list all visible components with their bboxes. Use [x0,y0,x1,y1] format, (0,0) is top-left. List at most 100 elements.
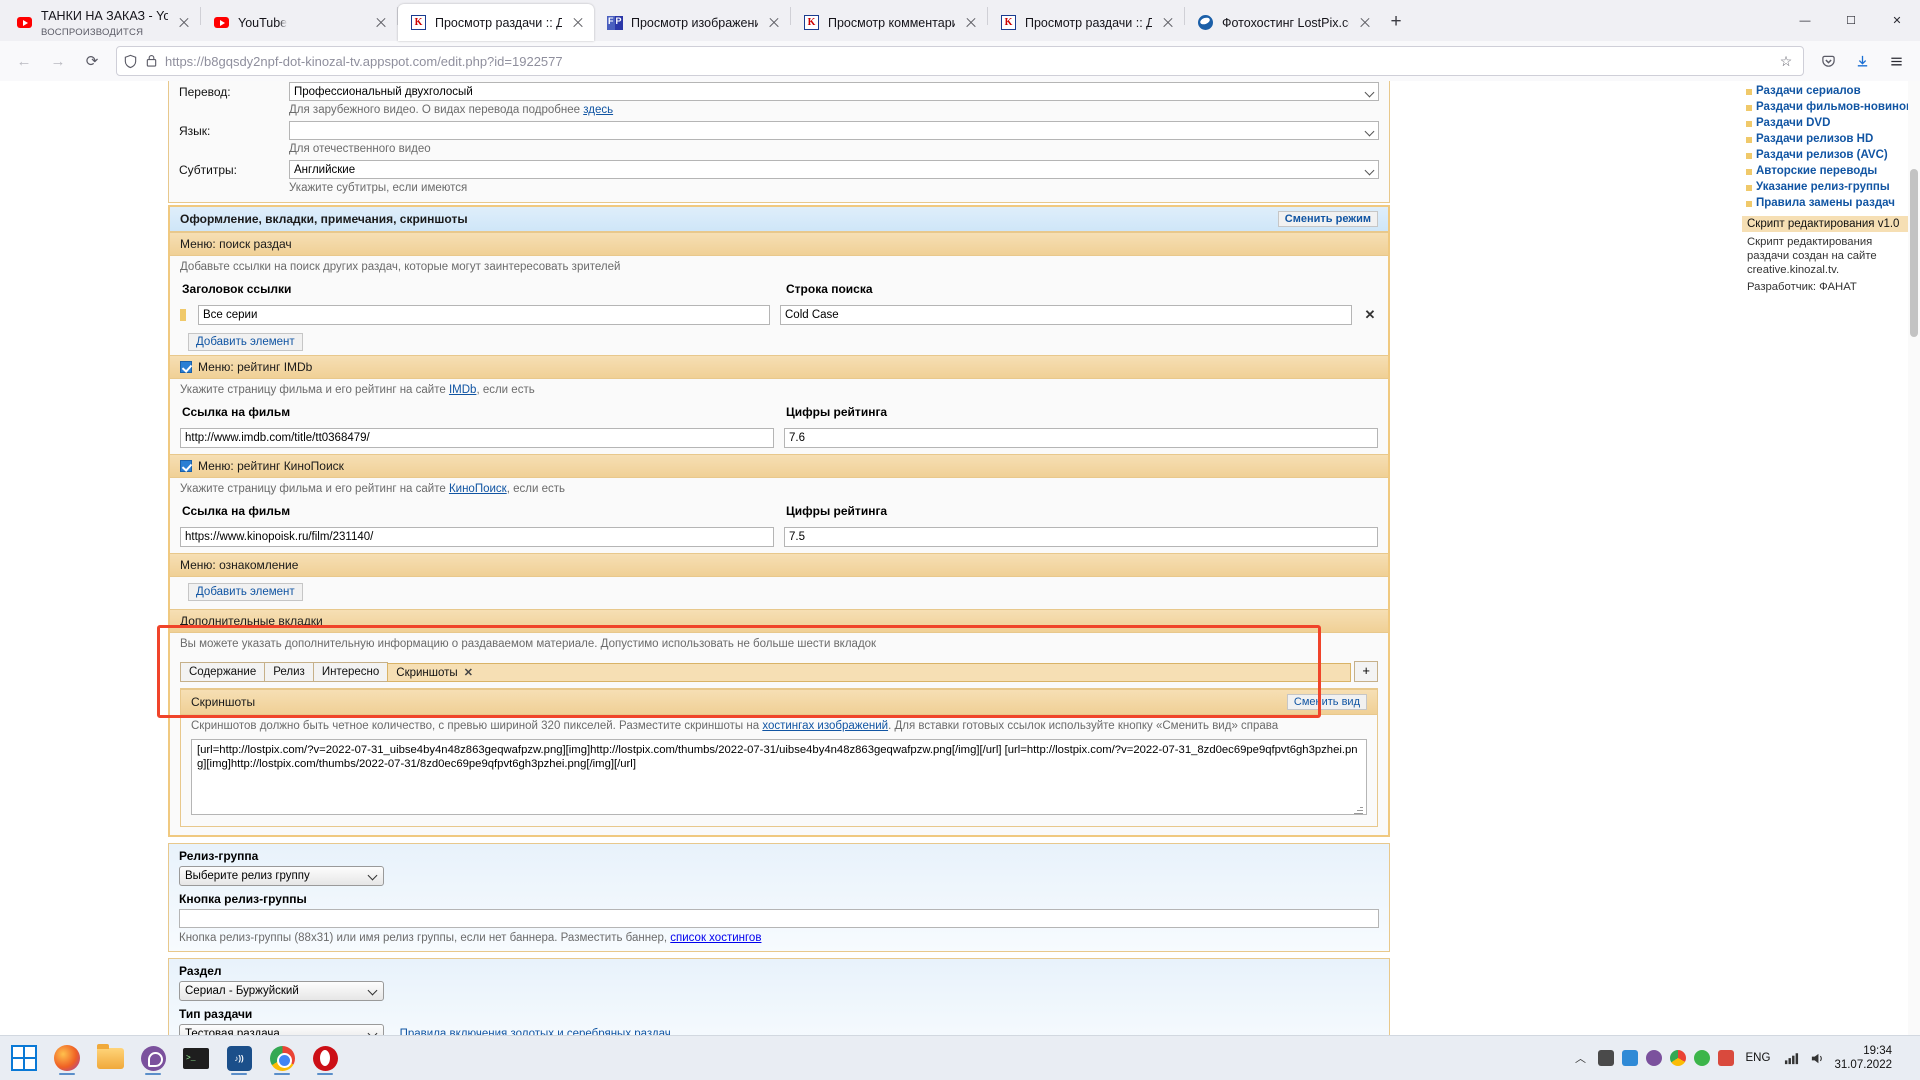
release-group-select[interactable] [179,866,384,886]
remove-row-icon[interactable]: ✕ [1362,307,1378,323]
maximize-button[interactable]: ☐ [1828,0,1874,41]
subtitles-select[interactable] [289,160,1379,179]
add-acquaint-item-button[interactable]: Добавить элемент [188,583,303,601]
tray-chrome-icon[interactable] [1669,1050,1686,1066]
close-icon[interactable] [373,15,389,31]
shield-icon[interactable] [123,54,138,69]
release-group-button-input[interactable] [179,909,1379,928]
tray-app-icon-1[interactable] [1597,1050,1614,1066]
download-icon[interactable] [1846,45,1878,77]
close-icon[interactable] [766,15,782,31]
pocket-icon[interactable] [1812,45,1844,77]
kinopoisk-link[interactable]: КиноПоиск [449,483,507,495]
search-query-input[interactable] [780,305,1352,325]
language-select[interactable] [289,121,1379,140]
language-indicator[interactable]: ENG [1742,1052,1775,1064]
tab-soderzhanie[interactable]: Содержание [180,662,266,682]
chevron-up-icon[interactable]: ︿ [1572,1049,1590,1067]
hosting-list-link[interactable]: список хостингов [670,932,761,944]
switch-view-button[interactable]: Сменить вид [1286,694,1367,710]
taskbar-chrome[interactable] [262,1038,302,1078]
url-text[interactable]: https://b8gqsdy2npf-dot-kinozal-tv.appsp… [165,54,1768,69]
sidebar-item-serials[interactable]: Раздачи сериалов [1742,83,1920,99]
close-window-button[interactable]: ✕ [1874,0,1920,41]
tab-skrinshoty[interactable]: Скриншоты ✕ [387,663,1352,682]
page-scrollbar[interactable] [1908,81,1920,1035]
sidebar-item-hd[interactable]: Раздачи релизов HD [1742,131,1920,147]
screenshots-bbcode-textarea[interactable]: [url=http://lostpix.com/?v=2022-07-31_ui… [191,739,1367,815]
menu-icon[interactable] [1880,45,1912,77]
tab-interesno[interactable]: Интересно [312,662,389,682]
new-tab-button[interactable]: + [1381,7,1411,37]
taskbar-opera[interactable] [305,1038,345,1078]
bookmark-star-icon[interactable]: ☆ [1775,50,1797,72]
back-icon[interactable]: ← [8,45,40,77]
show-desktop-button[interactable] [1900,1043,1908,1073]
url-bar[interactable]: https://b8gqsdy2npf-dot-kinozal-tv.appsp… [116,46,1804,76]
tray-app-icon-2[interactable] [1621,1050,1638,1066]
translation-select[interactable] [289,82,1379,101]
taskbar-viber[interactable] [133,1038,173,1078]
browser-tab-0[interactable]: ТАНКИ НА ЗАКАЗ - YouTube ВОСПРОИЗВОДИТСЯ [4,4,200,41]
start-button[interactable] [4,1038,44,1078]
close-icon[interactable] [176,15,192,31]
drag-handle[interactable] [180,309,186,321]
forward-icon[interactable]: → [42,45,74,77]
kinopoisk-rating-input[interactable] [784,527,1378,547]
image-hosting-link[interactable]: хостингах изображений [762,720,888,732]
close-icon[interactable]: ✕ [464,666,473,679]
taskbar-clock[interactable]: 19:34 31.07.2022 [1834,1044,1892,1072]
imdb-link-input[interactable] [180,428,774,448]
field-row-translation: Перевод: [169,81,1389,102]
tab-reliz[interactable]: Релиз [264,662,314,682]
screenshots-textarea-wrap: [url=http://lostpix.com/?v=2022-07-31_ui… [181,737,1377,826]
close-icon[interactable] [570,15,586,31]
scrollbar-thumb[interactable] [1910,169,1918,337]
browser-tab-2-active[interactable]: K Просмотр раздачи :: Детектив [398,4,594,41]
gold-silver-rules-link[interactable]: Правила включения золотых и серебряных р… [400,1028,671,1035]
search-link-title-input[interactable] [198,305,770,325]
browser-tab-4[interactable]: K Просмотр комментариев: Неа [791,4,987,41]
reload-icon[interactable]: ⟳ [76,45,108,77]
add-search-item-button[interactable]: Добавить элемент [188,333,303,351]
field-hint-translation: Для зарубежного видео. О видах перевода … [169,102,1389,120]
browser-tab-5[interactable]: K Просмотр раздачи :: Детектив [988,4,1184,41]
sidebar-item-release-group[interactable]: Указание релиз-группы [1742,179,1920,195]
volume-icon[interactable] [1808,1049,1826,1067]
tray-shield-icon[interactable] [1693,1050,1710,1066]
add-tab-button[interactable]: + [1354,661,1378,682]
tab-label: Скриншоты [396,666,458,679]
hint-link[interactable]: здесь [583,104,613,116]
sidebar-item-dvd[interactable]: Раздачи DVD [1742,115,1920,131]
browser-tab-6[interactable]: Фотохостинг LostPix.com [1185,4,1381,41]
lock-icon[interactable] [145,54,158,68]
tray-app-icon-3[interactable] [1717,1050,1734,1066]
tip-razdachi-select[interactable] [179,1024,384,1035]
tab-strip: ТАНКИ НА ЗАКАЗ - YouTube ВОСПРОИЗВОДИТСЯ… [0,0,1920,41]
close-icon[interactable] [963,15,979,31]
imdb-rating-input[interactable] [784,428,1378,448]
close-icon[interactable] [1357,15,1373,31]
imdb-link[interactable]: IMDb [449,384,476,396]
network-icon[interactable] [1782,1049,1800,1067]
taskbar-aimp[interactable]: ♪)) [219,1038,259,1078]
sidebar-item-replace-rules[interactable]: Правила замены раздач [1742,195,1920,211]
close-icon[interactable] [1160,15,1176,31]
switch-mode-button[interactable]: Сменить режим [1277,211,1378,227]
kinozal-icon: K [803,14,820,31]
razdel-select[interactable] [179,981,384,1001]
taskbar-firefox[interactable] [47,1038,87,1078]
taskbar-terminal[interactable]: >_ [176,1038,216,1078]
kinopoisk-checkbox[interactable] [180,460,192,472]
sidebar-item-avc[interactable]: Раздачи релизов (AVC) [1742,147,1920,163]
taskbar-file-explorer[interactable] [90,1038,130,1078]
minimize-button[interactable]: — [1782,0,1828,41]
resize-grip-icon[interactable] [1354,805,1363,814]
browser-tab-3[interactable]: FP Просмотр изображения — Fas [594,4,790,41]
tray-viber-icon[interactable] [1645,1050,1662,1066]
sidebar-item-author-translations[interactable]: Авторские переводы [1742,163,1920,179]
imdb-checkbox[interactable] [180,361,192,373]
kinopoisk-link-input[interactable] [180,527,774,547]
browser-tab-1[interactable]: YouTube [201,4,397,41]
sidebar-item-new-films[interactable]: Раздачи фильмов-новинок [1742,99,1920,115]
